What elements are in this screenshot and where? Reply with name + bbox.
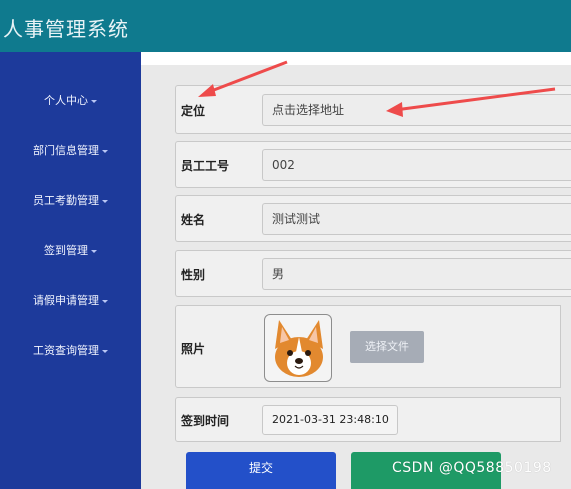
employee-id-label: 员工工号 [181, 159, 230, 173]
corgi-avatar-icon [264, 314, 332, 382]
sidebar-item-leave-request[interactable]: 请假申请管理 [0, 288, 141, 314]
caret-down-icon [102, 299, 108, 303]
employee-id-input[interactable]: 002 [262, 149, 571, 181]
sidebar-item-personal-center[interactable]: 个人中心 [0, 88, 141, 114]
name-label: 姓名 [181, 213, 206, 227]
sidebar-item-label: 个人中心 [44, 94, 88, 107]
csdn-watermark: CSDN @QQ58850198 [392, 460, 552, 476]
photo-label: 照片 [181, 342, 206, 356]
form-row-checkin-time: 签到时间 2021-03-31 23:48:10 [175, 397, 561, 442]
caret-down-icon [102, 149, 108, 153]
form-row-location: 定位 点击选择地址 [175, 85, 571, 134]
sidebar-item-label: 员工考勤管理 [33, 194, 99, 207]
sidebar-item-label: 请假申请管理 [33, 294, 99, 307]
app-header: 人事管理系统 [0, 0, 571, 52]
sidebar-item-checkin[interactable]: 签到管理 [0, 238, 141, 264]
sidebar-item-label: 签到管理 [44, 244, 88, 257]
form-panel: 定位 点击选择地址 员工工号 002 姓名 测试测试 性别 男 照片 选择文件 … [141, 65, 571, 489]
form-row-employee-id: 员工工号 002 [175, 141, 571, 188]
app-title: 人事管理系统 [3, 17, 129, 41]
sidebar-item-attendance[interactable]: 员工考勤管理 [0, 188, 141, 214]
sidebar: 个人中心 部门信息管理 员工考勤管理 签到管理 请假申请管理 工资查询管理 [0, 52, 141, 489]
name-input[interactable]: 测试测试 [262, 203, 571, 235]
form-row-gender: 性别 男 [175, 250, 571, 297]
form-row-name: 姓名 测试测试 [175, 195, 571, 242]
sidebar-item-label: 工资查询管理 [33, 344, 99, 357]
sidebar-item-department-info[interactable]: 部门信息管理 [0, 138, 141, 164]
gender-input[interactable]: 男 [262, 258, 571, 290]
caret-down-icon [91, 249, 97, 253]
location-label: 定位 [181, 104, 206, 118]
sidebar-item-salary[interactable]: 工资查询管理 [0, 338, 141, 364]
caret-down-icon [102, 199, 108, 203]
submit-button[interactable]: 提交 [186, 452, 336, 489]
caret-down-icon [91, 99, 97, 103]
sidebar-item-label: 部门信息管理 [33, 144, 99, 157]
caret-down-icon [102, 349, 108, 353]
checkin-time-label: 签到时间 [181, 414, 230, 428]
location-input[interactable]: 点击选择地址 [262, 94, 571, 126]
form-row-photo: 照片 选择文件 [175, 305, 561, 388]
checkin-time-input[interactable]: 2021-03-31 23:48:10 [262, 405, 398, 435]
gender-label: 性别 [181, 268, 206, 282]
choose-file-button[interactable]: 选择文件 [350, 331, 424, 363]
